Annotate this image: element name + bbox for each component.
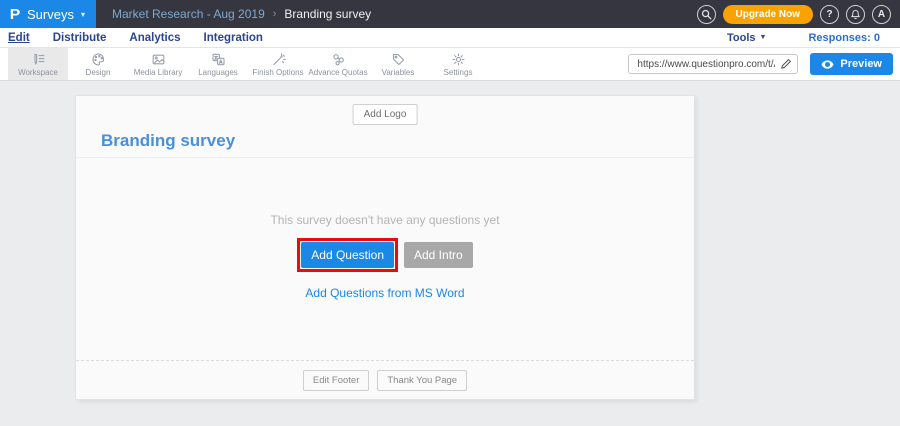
add-intro-button[interactable]: Add Intro (404, 242, 473, 268)
chevron-down-icon: ▼ (760, 34, 767, 41)
gear-icon (451, 52, 466, 67)
toolbar-item-media-library[interactable]: Media Library (128, 48, 188, 80)
edit-pencil-icon[interactable] (780, 58, 792, 70)
preview-label: Preview (840, 58, 882, 70)
tab-distribute[interactable]: Distribute (53, 32, 107, 44)
tab-edit[interactable]: Edit (8, 32, 30, 44)
account-avatar[interactable]: A (872, 5, 891, 24)
content-area: Add Logo Branding survey This survey doe… (0, 81, 900, 426)
survey-card-body: This survey doesn't have any questions y… (76, 158, 694, 360)
chevron-down-icon: ▾ (81, 10, 85, 19)
breadcrumb-parent[interactable]: Market Research - Aug 2019 (112, 7, 265, 21)
toolbar-item-label: Design (86, 68, 111, 77)
responses-count[interactable]: Responses: 0 (808, 32, 880, 44)
search-button[interactable] (697, 5, 716, 24)
empty-state-message: This survey doesn't have any questions y… (270, 213, 499, 227)
toolbar-item-settings[interactable]: Settings (428, 48, 488, 80)
add-questions-ms-word-link[interactable]: Add Questions from MS Word (305, 286, 464, 300)
workspace-icon (31, 52, 46, 67)
toolbar-item-label: Advance Quotas (308, 68, 367, 77)
chain-links-icon (331, 52, 346, 67)
toolbar-item-advance-quotas[interactable]: Advance Quotas (308, 48, 368, 80)
top-bar: P Surveys ▾ Market Research - Aug 2019 ›… (0, 0, 900, 28)
questionpro-logo-icon: P (10, 7, 21, 22)
media-image-icon (151, 52, 166, 67)
action-button-row: Add Question Add Intro (297, 238, 472, 272)
survey-url-wrap (628, 54, 798, 75)
survey-card-footer: Edit Footer Thank You Page (76, 360, 694, 399)
red-highlight-box: Add Question (297, 238, 398, 272)
tab-integration[interactable]: Integration (204, 32, 263, 44)
survey-title[interactable]: Branding survey (101, 131, 235, 151)
translate-icon (211, 52, 226, 67)
edit-footer-button[interactable]: Edit Footer (303, 370, 369, 391)
breadcrumb-current: Branding survey (284, 7, 371, 21)
toolbar-item-label: Finish Options (252, 68, 303, 77)
toolbar-item-label: Settings (444, 68, 473, 77)
add-question-button[interactable]: Add Question (301, 242, 394, 268)
edit-toolbar: Workspace Design Media Library Languages (0, 48, 900, 81)
toolbar-item-label: Workspace (18, 68, 58, 77)
thank-you-page-button[interactable]: Thank You Page (377, 370, 467, 391)
toolbar-item-design[interactable]: Design (68, 48, 128, 80)
bell-icon (850, 9, 861, 20)
survey-card: Add Logo Branding survey This survey doe… (75, 95, 695, 400)
toolbar-item-variables[interactable]: Variables (368, 48, 428, 80)
menu-tabs: Edit Distribute Analytics Integration (8, 32, 263, 44)
notifications-button[interactable] (846, 5, 865, 24)
toolbar-item-label: Variables (382, 68, 415, 77)
avatar-initial: A (878, 9, 885, 20)
tag-icon (391, 52, 406, 67)
eye-icon (821, 60, 834, 69)
tools-label: Tools (727, 32, 756, 44)
search-icon (701, 9, 712, 20)
topbar-actions: Upgrade Now ? A (697, 5, 900, 24)
toolbar-item-label: Media Library (134, 68, 182, 77)
help-button[interactable]: ? (820, 5, 839, 24)
toolbar-item-label: Languages (198, 68, 238, 77)
toolbar-item-languages[interactable]: Languages (188, 48, 248, 80)
toolbar-item-finish-options[interactable]: Finish Options (248, 48, 308, 80)
upgrade-now-button[interactable]: Upgrade Now (723, 5, 813, 24)
tools-menu[interactable]: Tools ▼ (727, 32, 766, 44)
design-palette-icon (91, 52, 106, 67)
menu-bar: Edit Distribute Analytics Integration To… (0, 28, 900, 48)
menubar-right: Tools ▼ Responses: 0 (727, 32, 880, 44)
magic-wand-icon (271, 52, 286, 67)
breadcrumb-separator-icon: › (273, 8, 277, 20)
add-logo-button[interactable]: Add Logo (353, 104, 418, 125)
question-mark-icon: ? (826, 9, 832, 20)
toolbar-right: Preview (628, 48, 900, 80)
survey-url-input[interactable] (628, 54, 798, 74)
preview-button[interactable]: Preview (810, 53, 893, 75)
surveys-menu[interactable]: P Surveys ▾ (0, 0, 96, 28)
survey-card-header: Add Logo Branding survey (76, 96, 694, 158)
product-name: Surveys (27, 7, 74, 22)
breadcrumb: Market Research - Aug 2019 › Branding su… (112, 7, 371, 21)
tab-analytics[interactable]: Analytics (129, 32, 180, 44)
toolbar-item-workspace[interactable]: Workspace (8, 48, 68, 80)
